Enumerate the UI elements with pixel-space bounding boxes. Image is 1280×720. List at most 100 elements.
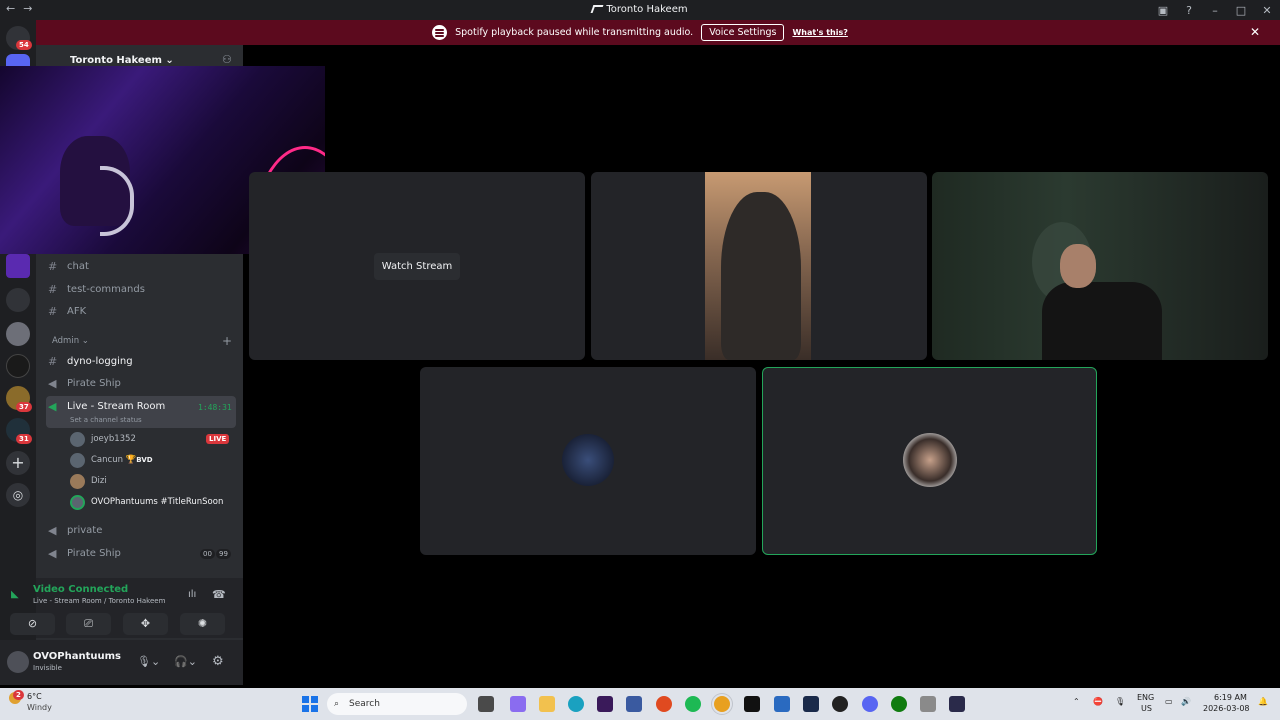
avatar	[70, 431, 85, 447]
share-screen-button[interactable]: ⎚	[66, 613, 111, 635]
app-icon[interactable]	[597, 696, 613, 712]
voice-user[interactable]: Dizi	[70, 472, 107, 490]
channel-pirate-ship-2[interactable]: ◀ Pirate Ship	[48, 547, 121, 560]
server-icon	[590, 5, 604, 13]
weather-temp[interactable]: 6°C	[27, 692, 42, 701]
steam-icon[interactable]	[803, 696, 819, 712]
soundboard-button[interactable]: ✺	[180, 613, 225, 635]
network-icon[interactable]: ⛔	[1093, 697, 1103, 706]
server-icon[interactable]	[6, 322, 30, 346]
invite-icon[interactable]: ⚇	[222, 53, 232, 66]
display-icon[interactable]: ▭	[1165, 697, 1173, 706]
chevron-up-icon[interactable]: ⌃	[1073, 697, 1080, 706]
file-explorer-icon[interactable]	[539, 696, 555, 712]
avatar	[70, 494, 85, 510]
channel-dyno-logging[interactable]: # dyno-logging	[48, 355, 133, 368]
whats-this-link[interactable]: What's this?	[792, 28, 847, 37]
signal-icon[interactable]: ◣	[11, 589, 19, 600]
channel-status[interactable]: Set a channel status	[70, 416, 142, 424]
inbox-icon[interactable]: ▣	[1150, 4, 1176, 17]
avatar[interactable]	[7, 651, 29, 673]
banner-message: Spotify playback paused while transmitti…	[455, 27, 694, 38]
server-icon[interactable]	[6, 254, 30, 278]
spotify-notice-banner: Spotify playback paused while transmitti…	[0, 20, 1280, 45]
spotify-taskbar-icon[interactable]	[685, 696, 701, 712]
disconnect-icon[interactable]: ☎	[212, 588, 226, 601]
firefox-icon[interactable]	[656, 696, 672, 712]
notification-badge: 54	[16, 40, 32, 50]
channel-test-commands[interactable]: # test-commands	[48, 283, 145, 296]
camera-off-button[interactable]: ⊘	[10, 613, 55, 635]
region-indicator: US	[1141, 704, 1152, 713]
participant-video	[1042, 282, 1162, 360]
clock-date: 2026-03-08	[1203, 704, 1250, 713]
voice-user[interactable]: OVOPhantuums #TitleRunSoon	[70, 493, 223, 511]
channel-live-stream-room-label: ◀ Live - Stream Room	[48, 400, 166, 413]
voice-settings-button[interactable]: Voice Settings	[701, 24, 785, 41]
username[interactable]: OVOPhantuums	[33, 651, 121, 662]
channel-private[interactable]: ◀ private	[48, 524, 102, 537]
activities-button[interactable]: ✥	[123, 613, 168, 635]
add-server-icon[interactable]: +	[6, 451, 30, 475]
channel-chat[interactable]: # chat	[48, 260, 89, 273]
avatar	[903, 433, 957, 487]
avatar	[562, 434, 614, 486]
folder-icon[interactable]	[6, 288, 30, 312]
voice-status[interactable]: Video Connected	[33, 584, 128, 595]
clock-time[interactable]: 6:19 AM	[1214, 693, 1247, 702]
mic-tray-icon[interactable]: 🎙	[1115, 697, 1125, 706]
edge-icon[interactable]	[568, 696, 584, 712]
audio-tile[interactable]	[420, 367, 756, 555]
headphones-icon[interactable]: 🎧⌄	[174, 655, 197, 668]
voice-user[interactable]: joeyb1352	[70, 430, 136, 448]
audio-tile-speaking[interactable]	[762, 367, 1097, 555]
taskview-icon[interactable]	[478, 696, 494, 712]
create-channel-icon[interactable]: +	[222, 334, 232, 348]
banner-close-icon[interactable]: ✕	[1250, 25, 1260, 39]
close-icon[interactable]: ✕	[1254, 4, 1280, 17]
minimize-icon[interactable]: –	[1202, 4, 1228, 17]
app-icon[interactable]	[744, 696, 760, 712]
ovo-server-icon[interactable]	[6, 354, 30, 378]
notification-badge: 37	[16, 402, 32, 412]
discord-taskbar-icon[interactable]	[862, 696, 878, 712]
language-indicator[interactable]: ENG	[1137, 693, 1154, 702]
window-title: Toronto Hakeem	[0, 4, 1280, 15]
user-count-pill: 00	[200, 549, 215, 559]
app-icon[interactable]	[832, 696, 848, 712]
avatar	[70, 452, 85, 468]
volume-icon[interactable]: 🔊	[1181, 697, 1191, 706]
channel-afk[interactable]: # AFK	[48, 305, 86, 318]
spotify-icon	[432, 25, 448, 40]
taskbar-search[interactable]: ⌕ Search	[327, 693, 467, 715]
app-icon[interactable]	[949, 696, 965, 712]
video-tile[interactable]	[932, 172, 1268, 360]
avatar	[70, 473, 85, 489]
notifications-icon[interactable]: 🔔	[1258, 697, 1268, 706]
window-titlebar: ← → Toronto Hakeem ▣ ? – □ ✕	[0, 0, 1280, 20]
maximize-icon[interactable]: □	[1228, 4, 1254, 17]
xbox-icon[interactable]	[891, 696, 907, 712]
copilot-icon[interactable]	[510, 696, 526, 712]
settings-gear-icon[interactable]: ⚙	[212, 654, 224, 669]
noise-suppression-icon[interactable]: ılı	[188, 589, 196, 600]
user-status: Invisible	[33, 664, 62, 672]
watch-stream-button[interactable]: Watch Stream	[374, 253, 460, 280]
chrome-icon[interactable]	[714, 696, 730, 712]
speaker-icon: ◀	[48, 377, 57, 390]
voice-location: Live - Stream Room / Toronto Hakeem	[33, 597, 166, 605]
live-badge: LIVE	[206, 434, 230, 444]
channel-pirate-ship[interactable]: ◀ Pirate Ship	[48, 377, 121, 390]
app-icon[interactable]	[920, 696, 936, 712]
start-icon[interactable]	[302, 696, 318, 712]
voice-user[interactable]: Cancun 🏆 BVD	[70, 451, 153, 469]
weather-desc: Windy	[27, 703, 52, 712]
video-tile[interactable]	[591, 172, 927, 360]
app-icon[interactable]	[774, 696, 790, 712]
windows-taskbar: 2 6°C Windy ⌕ Search ⌃ ⛔ 🎙 ENG US ▭ 🔊 6:1…	[0, 688, 1280, 720]
category-admin[interactable]: Admin ⌄	[52, 336, 89, 346]
mic-icon[interactable]: 🎙⌄	[137, 655, 160, 668]
app-icon[interactable]	[626, 696, 642, 712]
help-icon[interactable]: ?	[1176, 4, 1202, 17]
discover-icon[interactable]: ◎	[6, 483, 30, 507]
